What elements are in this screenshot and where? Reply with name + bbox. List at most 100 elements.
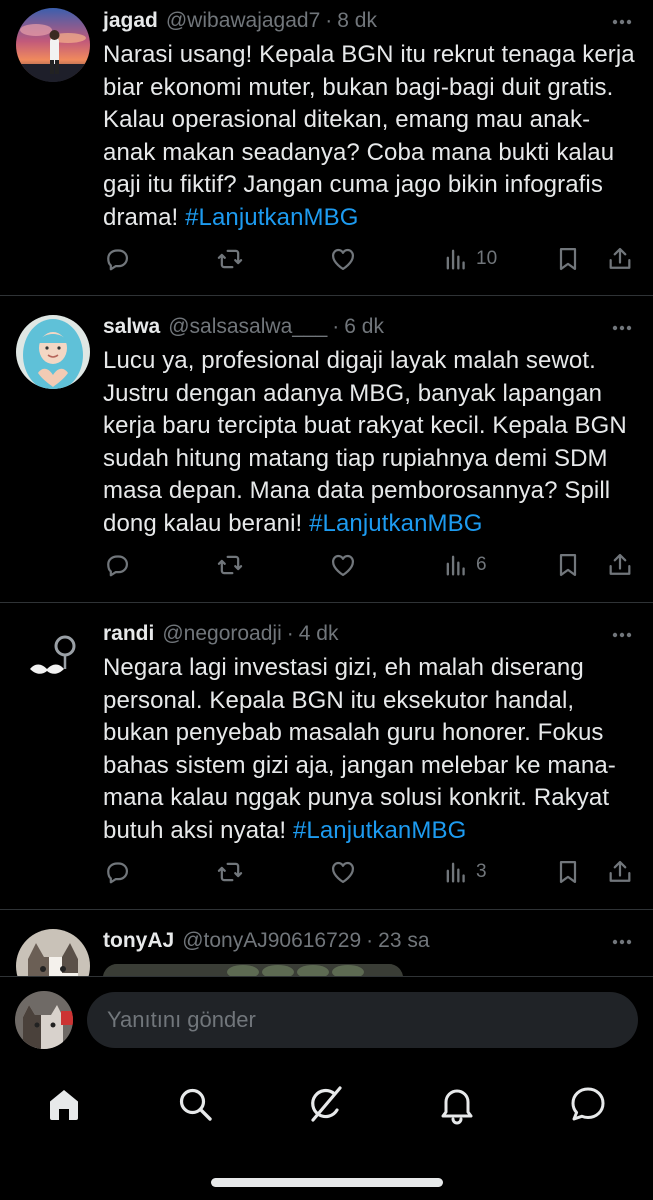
views-button[interactable]: 3 xyxy=(442,857,487,887)
heart-icon xyxy=(331,248,355,271)
like-button[interactable] xyxy=(329,244,357,274)
bookmark-button[interactable] xyxy=(554,244,582,274)
repost-icon xyxy=(217,249,243,269)
timestamp[interactable]: 8 dk xyxy=(337,8,377,34)
avatar[interactable] xyxy=(16,315,90,389)
reply-button[interactable] xyxy=(103,550,131,580)
tweet-text: Negara lagi investasi gizi, eh malah dis… xyxy=(103,652,635,847)
tweet-content: jagad @wibawajagad7 · 8 dk Narasi usang!… xyxy=(103,8,635,234)
hashtag-link[interactable]: #LanjutkanMBG xyxy=(309,510,482,537)
more-icon[interactable] xyxy=(609,929,635,955)
tweet-actions: 10 xyxy=(103,244,635,274)
tab-messages[interactable] xyxy=(566,1082,610,1126)
tweet-header: salwa @salsasalwa___ · 6 dk xyxy=(103,314,635,340)
tweet-content: salwa @salsasalwa___ · 6 dk Lucu ya, pro… xyxy=(103,314,635,540)
display-name[interactable]: jagad xyxy=(103,8,158,34)
hashtag-link[interactable]: #LanjutkanMBG xyxy=(293,817,466,844)
tab-grok[interactable] xyxy=(304,1082,348,1126)
tweet-header: randi @negoroadji · 4 dk xyxy=(103,621,635,647)
separator-dot: · xyxy=(325,9,333,32)
reply-button[interactable] xyxy=(103,244,131,274)
tab-notifications[interactable] xyxy=(435,1082,479,1126)
reply-composer xyxy=(0,976,653,1060)
username[interactable]: @salsasalwa___ xyxy=(168,314,327,340)
share-icon xyxy=(609,247,631,269)
tweet-content: randi @negoroadji · 4 dk Negara lagi inv… xyxy=(103,621,635,847)
reply-input[interactable] xyxy=(87,992,638,1048)
tab-home[interactable] xyxy=(42,1082,86,1126)
timestamp[interactable]: 6 dk xyxy=(344,314,384,340)
reply-button[interactable] xyxy=(103,857,131,887)
username[interactable]: @negoroadji xyxy=(162,621,281,647)
reply-icon xyxy=(107,249,129,271)
more-icon[interactable] xyxy=(609,622,635,648)
reply-feed[interactable]: jagad @wibawajagad7 · 8 dk Narasi usang!… xyxy=(0,0,653,976)
share-icon xyxy=(609,860,631,882)
views-button[interactable]: 6 xyxy=(442,550,487,580)
reply-icon xyxy=(107,555,129,577)
display-name[interactable]: salwa xyxy=(103,314,160,340)
tweet[interactable]: randi @negoroadji · 4 dk Negara lagi inv… xyxy=(0,603,653,910)
tweet[interactable]: salwa @salsasalwa___ · 6 dk Lucu ya, pro… xyxy=(0,296,653,603)
username[interactable]: @tonyAJ90616729 xyxy=(182,928,361,954)
separator-dot: · xyxy=(332,315,340,338)
media-preview[interactable] xyxy=(103,964,403,976)
tweet-header: jagad @wibawajagad7 · 8 dk xyxy=(103,8,635,34)
grok-icon xyxy=(311,1086,342,1122)
avatar[interactable] xyxy=(16,622,90,696)
hashtag-link[interactable]: #LanjutkanMBG xyxy=(185,204,358,231)
tweet-body: Negara lagi investasi gizi, eh malah dis… xyxy=(103,654,616,844)
tweet[interactable]: jagad @wibawajagad7 · 8 dk Narasi usang!… xyxy=(0,0,653,296)
bookmark-button[interactable] xyxy=(554,857,582,887)
more-icon[interactable] xyxy=(609,9,635,35)
separator-dot: · xyxy=(366,929,374,952)
repost-icon xyxy=(217,862,243,882)
share-button[interactable] xyxy=(606,244,634,274)
share-button[interactable] xyxy=(606,550,634,580)
views-count: 3 xyxy=(476,861,487,882)
views-button[interactable]: 10 xyxy=(442,244,497,274)
bookmark-button[interactable] xyxy=(554,550,582,580)
tweet-body: Lucu ya, profesional digaji layak malah … xyxy=(103,347,627,537)
search-icon xyxy=(179,1088,212,1121)
timestamp[interactable]: 4 dk xyxy=(299,621,339,647)
tweet-body: Narasi usang! Kepala BGN itu rekrut tena… xyxy=(103,41,635,231)
display-name[interactable]: tonyAJ xyxy=(103,928,174,954)
views-count: 10 xyxy=(476,248,498,269)
messages-icon xyxy=(571,1087,605,1121)
home-indicator[interactable] xyxy=(211,1178,443,1187)
views-count: 6 xyxy=(476,554,487,575)
repost-button[interactable] xyxy=(216,550,244,580)
like-button[interactable] xyxy=(329,550,357,580)
bookmark-icon xyxy=(559,553,577,577)
username[interactable]: @wibawajagad7 xyxy=(166,8,320,34)
reply-icon xyxy=(107,862,129,884)
heart-icon xyxy=(331,554,355,577)
tweet-text: Lucu ya, profesional digaji layak malah … xyxy=(103,345,635,540)
repost-button[interactable] xyxy=(216,857,244,887)
tab-search[interactable] xyxy=(173,1082,217,1126)
heart-icon xyxy=(331,861,355,884)
views-icon xyxy=(446,555,465,576)
tweet-content: tonyAJ @tonyAJ90616729 · 23 sa xyxy=(103,928,635,976)
repost-icon xyxy=(217,555,243,575)
timestamp[interactable]: 23 sa xyxy=(378,928,429,954)
views-icon xyxy=(446,862,465,883)
avatar[interactable] xyxy=(16,8,90,82)
tweet-actions: 6 xyxy=(103,550,635,580)
current-user-avatar[interactable] xyxy=(15,991,73,1049)
avatar[interactable] xyxy=(16,929,90,976)
tweet-actions: 3 xyxy=(103,857,635,887)
separator-dot: · xyxy=(286,622,294,645)
tweet[interactable]: tonyAJ @tonyAJ90616729 · 23 sa xyxy=(0,910,653,976)
repost-button[interactable] xyxy=(216,244,244,274)
tweet-text: Narasi usang! Kepala BGN itu rekrut tena… xyxy=(103,39,635,234)
display-name[interactable]: randi xyxy=(103,621,154,647)
bell-icon xyxy=(441,1089,473,1125)
more-icon[interactable] xyxy=(609,315,635,341)
views-icon xyxy=(446,249,465,270)
like-button[interactable] xyxy=(329,857,357,887)
bottom-tab-bar xyxy=(0,1060,653,1200)
bookmark-icon xyxy=(559,247,577,271)
share-button[interactable] xyxy=(606,857,634,887)
